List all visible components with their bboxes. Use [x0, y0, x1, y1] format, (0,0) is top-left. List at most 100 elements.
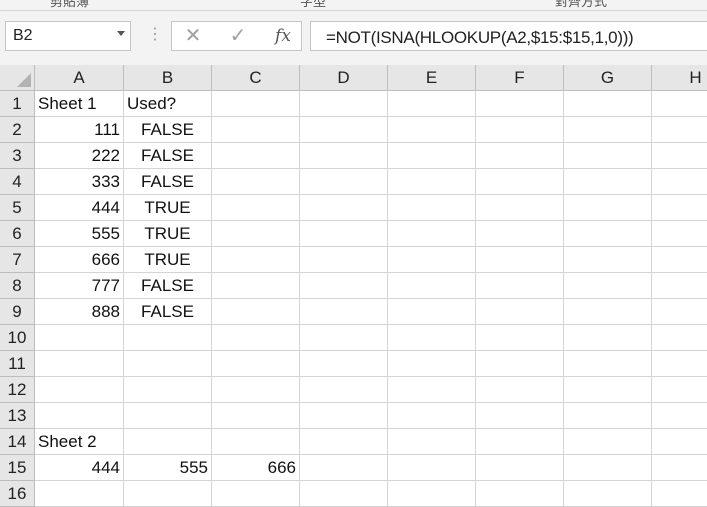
row-header-16[interactable]: 16 — [0, 481, 35, 507]
cell-f1[interactable] — [476, 91, 564, 117]
row-header-7[interactable]: 7 — [0, 247, 35, 273]
cell-e12[interactable] — [388, 377, 476, 403]
cell-a4[interactable]: 333 — [35, 169, 124, 195]
column-header-d[interactable]: D — [300, 65, 388, 91]
cell-g11[interactable] — [564, 351, 652, 377]
select-all-button[interactable] — [0, 65, 35, 91]
cell-f15[interactable] — [476, 455, 564, 481]
cell-b4[interactable]: FALSE — [124, 169, 212, 195]
cell-a9[interactable]: 888 — [35, 299, 124, 325]
cell-b10[interactable] — [124, 325, 212, 351]
cell-g3[interactable] — [564, 143, 652, 169]
cell-f4[interactable] — [476, 169, 564, 195]
cell-c4[interactable] — [212, 169, 300, 195]
cell-g2[interactable] — [564, 117, 652, 143]
cell-b15[interactable]: 555 — [124, 455, 212, 481]
cell-e11[interactable] — [388, 351, 476, 377]
cell-a12[interactable] — [35, 377, 124, 403]
cell-e1[interactable] — [388, 91, 476, 117]
cell-a8[interactable]: 777 — [35, 273, 124, 299]
cell-e2[interactable] — [388, 117, 476, 143]
name-box[interactable]: B2 — [5, 21, 131, 51]
cell-c16[interactable] — [212, 481, 300, 507]
cell-b11[interactable] — [124, 351, 212, 377]
cell-g8[interactable] — [564, 273, 652, 299]
cell-a6[interactable]: 555 — [35, 221, 124, 247]
cell-c12[interactable] — [212, 377, 300, 403]
drag-handle-icon[interactable]: ⋮ — [147, 27, 163, 43]
cell-d11[interactable] — [300, 351, 388, 377]
cell-d15[interactable] — [300, 455, 388, 481]
cell-d7[interactable] — [300, 247, 388, 273]
column-header-b[interactable]: B — [124, 65, 212, 91]
cell-f16[interactable] — [476, 481, 564, 507]
column-header-e[interactable]: E — [388, 65, 476, 91]
cell-b1[interactable]: Used? — [124, 91, 212, 117]
row-header-6[interactable]: 6 — [0, 221, 35, 247]
cell-e13[interactable] — [388, 403, 476, 429]
cell-h1[interactable] — [652, 91, 707, 117]
cancel-icon[interactable]: ✕ — [178, 24, 208, 48]
cell-f7[interactable] — [476, 247, 564, 273]
cell-d6[interactable] — [300, 221, 388, 247]
cell-d16[interactable] — [300, 481, 388, 507]
cell-g5[interactable] — [564, 195, 652, 221]
cell-h2[interactable] — [652, 117, 707, 143]
cell-c6[interactable] — [212, 221, 300, 247]
cell-d10[interactable] — [300, 325, 388, 351]
cell-h16[interactable] — [652, 481, 707, 507]
cell-b5[interactable]: TRUE — [124, 195, 212, 221]
chevron-down-icon[interactable] — [117, 31, 125, 36]
cell-f6[interactable] — [476, 221, 564, 247]
cell-e3[interactable] — [388, 143, 476, 169]
column-header-a[interactable]: A — [35, 65, 124, 91]
cell-d2[interactable] — [300, 117, 388, 143]
cell-d5[interactable] — [300, 195, 388, 221]
cell-b8[interactable]: FALSE — [124, 273, 212, 299]
row-header-12[interactable]: 12 — [0, 377, 35, 403]
cell-d13[interactable] — [300, 403, 388, 429]
row-header-11[interactable]: 11 — [0, 351, 35, 377]
cell-f11[interactable] — [476, 351, 564, 377]
cell-a13[interactable] — [35, 403, 124, 429]
cell-g4[interactable] — [564, 169, 652, 195]
cell-h7[interactable] — [652, 247, 707, 273]
row-header-4[interactable]: 4 — [0, 169, 35, 195]
cell-a7[interactable]: 666 — [35, 247, 124, 273]
row-header-2[interactable]: 2 — [0, 117, 35, 143]
cell-f13[interactable] — [476, 403, 564, 429]
cell-c10[interactable] — [212, 325, 300, 351]
cell-c3[interactable] — [212, 143, 300, 169]
row-header-13[interactable]: 13 — [0, 403, 35, 429]
cell-f8[interactable] — [476, 273, 564, 299]
cell-c13[interactable] — [212, 403, 300, 429]
cell-a11[interactable] — [35, 351, 124, 377]
column-header-f[interactable]: F — [476, 65, 564, 91]
cell-g16[interactable] — [564, 481, 652, 507]
cell-c9[interactable] — [212, 299, 300, 325]
column-header-c[interactable]: C — [212, 65, 300, 91]
cell-e15[interactable] — [388, 455, 476, 481]
cell-g9[interactable] — [564, 299, 652, 325]
cell-e4[interactable] — [388, 169, 476, 195]
cell-c14[interactable] — [212, 429, 300, 455]
cell-c5[interactable] — [212, 195, 300, 221]
cell-f12[interactable] — [476, 377, 564, 403]
cell-h6[interactable] — [652, 221, 707, 247]
cell-d9[interactable] — [300, 299, 388, 325]
cell-d8[interactable] — [300, 273, 388, 299]
cell-h14[interactable] — [652, 429, 707, 455]
cell-b12[interactable] — [124, 377, 212, 403]
cell-e9[interactable] — [388, 299, 476, 325]
cell-e6[interactable] — [388, 221, 476, 247]
cell-e16[interactable] — [388, 481, 476, 507]
cell-c7[interactable] — [212, 247, 300, 273]
cell-h12[interactable] — [652, 377, 707, 403]
cell-b13[interactable] — [124, 403, 212, 429]
column-header-h[interactable]: H — [652, 65, 707, 91]
cell-b16[interactable] — [124, 481, 212, 507]
cell-f10[interactable] — [476, 325, 564, 351]
cell-e14[interactable] — [388, 429, 476, 455]
row-header-10[interactable]: 10 — [0, 325, 35, 351]
cell-h9[interactable] — [652, 299, 707, 325]
